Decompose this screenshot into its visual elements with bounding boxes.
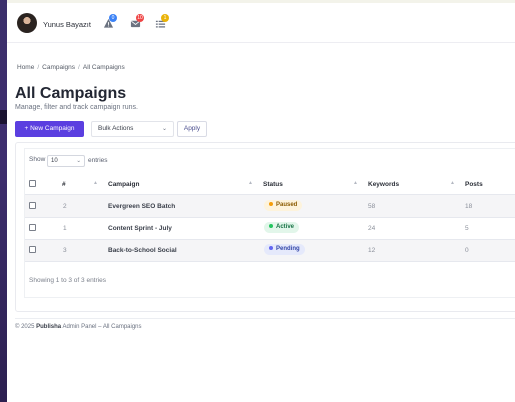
cell-posts: 5 <box>465 225 469 232</box>
page-title: All Campaigns <box>15 85 127 102</box>
column-header-id[interactable]: # <box>62 181 66 188</box>
row-divider <box>25 261 515 262</box>
page-subtitle: Manage, filter and track campaign runs. <box>15 104 138 111</box>
apply-button[interactable]: Apply <box>177 121 207 137</box>
footer-suffix: Admin Panel – All Campaigns <box>61 324 142 330</box>
sidebar-edge <box>0 0 7 402</box>
cell-id: 2 <box>63 203 67 210</box>
footer-prefix: © 2025 <box>15 324 37 330</box>
breadcrumb-campaigns[interactable]: Campaigns <box>42 64 75 71</box>
breadcrumb-separator: / <box>78 64 80 71</box>
status-text: Paused <box>276 202 298 208</box>
chevron-down-icon: ⌄ <box>76 158 81 164</box>
row-checkbox[interactable] <box>29 246 36 253</box>
row-checkbox[interactable] <box>29 224 36 231</box>
row-checkbox[interactable] <box>29 202 36 209</box>
status-text: Active <box>276 224 295 230</box>
alerts-badge: 0 <box>109 14 117 22</box>
sidebar-notch <box>0 110 7 124</box>
status-dot <box>269 202 273 206</box>
sort-icon[interactable]: ▲ <box>353 180 358 186</box>
cell-campaign[interactable]: Evergreen SEO Batch <box>108 203 175 210</box>
alert-triangle-icon[interactable]: 0 <box>103 14 117 32</box>
avatar[interactable] <box>17 13 37 33</box>
bulk-actions-select[interactable]: Bulk Actions ⌄ <box>91 121 174 137</box>
tasks-badge: 1 <box>161 14 169 22</box>
status-dot <box>269 246 273 250</box>
cell-keywords: 58 <box>368 203 376 210</box>
bulk-actions-label: Bulk Actions <box>98 125 134 132</box>
page-length-value: 10 <box>51 158 58 164</box>
status-text: Pending <box>276 246 300 252</box>
show-label: Show <box>29 156 46 163</box>
status-badge: Paused <box>264 200 303 211</box>
row-divider <box>25 217 515 218</box>
column-header-posts[interactable]: Posts <box>465 181 483 188</box>
footer-brand: Publisha <box>36 324 62 330</box>
chevron-down-icon: ⌄ <box>161 126 167 132</box>
cell-id: 3 <box>63 247 67 254</box>
cell-posts: 0 <box>465 247 469 254</box>
mail-badge: 10 <box>136 14 144 22</box>
footer: © 2025 Publisha Admin Panel – All Campai… <box>15 324 142 330</box>
page-length-select[interactable]: 10 ⌄ <box>47 155 85 167</box>
entries-label: entries <box>88 157 108 164</box>
breadcrumb-home[interactable]: Home <box>17 64 34 71</box>
topbar: Yunus Bayazıt 0 10 1 <box>7 3 515 43</box>
select-all-checkbox[interactable] <box>29 180 36 187</box>
cell-campaign[interactable]: Back-to-School Social <box>108 247 177 254</box>
list-icon[interactable]: 1 <box>155 14 169 32</box>
cell-posts: 18 <box>465 203 473 210</box>
footer-divider <box>15 318 515 319</box>
new-campaign-button[interactable]: + New Campaign <box>15 121 84 137</box>
sort-icon[interactable]: ▲ <box>93 180 98 186</box>
status-dot <box>269 224 273 228</box>
breadcrumb-current: All Campaigns <box>82 64 125 71</box>
mail-icon[interactable]: 10 <box>130 14 144 32</box>
status-badge: Active <box>264 222 300 233</box>
status-badge: Pending <box>264 244 305 255</box>
breadcrumb-separator: / <box>37 64 40 71</box>
sort-icon[interactable]: ▲ <box>248 180 253 186</box>
username[interactable]: Yunus Bayazıt <box>43 20 91 29</box>
table-info: Showing 1 to 3 of 3 entries <box>29 277 106 284</box>
column-header-keywords[interactable]: Keywords <box>368 181 399 188</box>
sort-icon[interactable]: ▲ <box>450 180 455 186</box>
breadcrumb: Home / Campaigns / All Campaigns <box>17 64 125 71</box>
cell-id: 1 <box>63 225 67 232</box>
cell-campaign[interactable]: Content Sprint - July <box>108 225 172 232</box>
cell-keywords: 12 <box>368 247 376 254</box>
column-header-campaign[interactable]: Campaign <box>108 181 139 188</box>
column-header-status[interactable]: Status <box>263 181 283 188</box>
cell-keywords: 24 <box>368 225 376 232</box>
